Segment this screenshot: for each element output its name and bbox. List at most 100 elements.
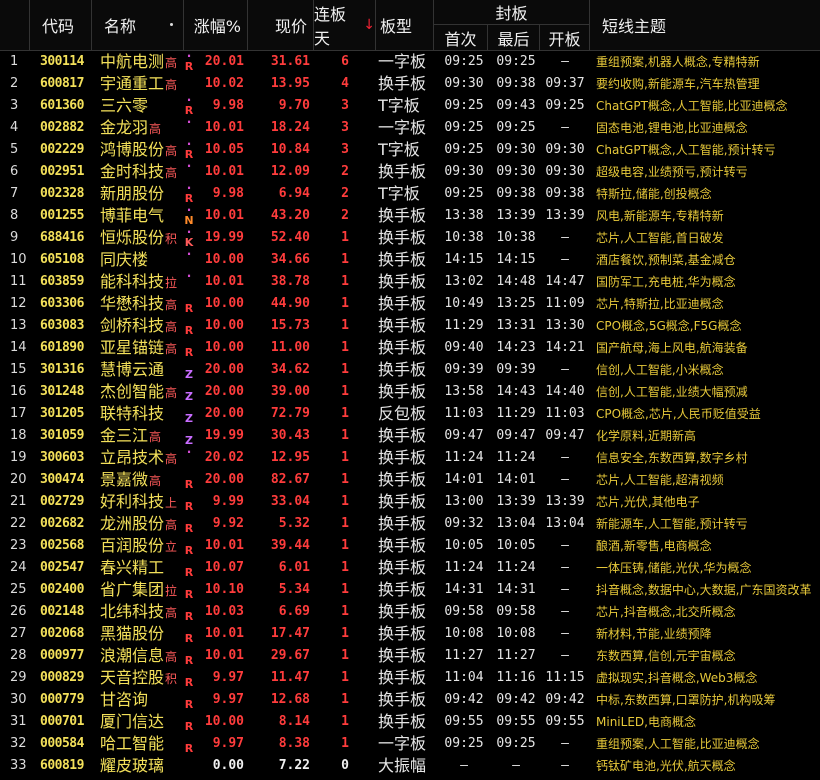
- stock-name[interactable]: 亚星锚链高: [100, 337, 186, 359]
- header-price[interactable]: 现价: [248, 0, 314, 50]
- stock-code[interactable]: 002729: [40, 491, 96, 513]
- table-row[interactable]: 24 002547 春兴精工 R 10.07 6.01 1 换手板 11:24 11:24 — 一体压…: [0, 557, 820, 579]
- stock-name[interactable]: 省广集团拉: [100, 579, 186, 601]
- stock-code[interactable]: 002568: [40, 535, 96, 557]
- stock-code[interactable]: 002951: [40, 161, 96, 183]
- table-row[interactable]: 10 605108 同庆楼 · 10.00 34.66 1 换手板 14:15 14:15 — 酒店餐…: [0, 249, 820, 271]
- stock-code[interactable]: 603083: [40, 315, 96, 337]
- table-row[interactable]: 33 600819 耀皮玻璃 0.00 7.22 0 大振幅 — — — 钙钛矿电池,光伏,航天概念: [0, 755, 820, 777]
- table-row[interactable]: 1 300114 中航电测高 · R 20.01 31.61 6 一字板 09:25 09:25— 重…: [0, 51, 820, 73]
- table-row[interactable]: 4 002882 金龙羽高 · 10.01 18.24 3 一字板 09:25 09:25— 固态电…: [0, 117, 820, 139]
- stock-name[interactable]: 厦门信达: [100, 711, 186, 733]
- stock-name[interactable]: 宇通重工高: [100, 73, 186, 95]
- table-row[interactable]: 27 002068 黑猫股份 R 10.01 17.47 1 换手板 10:08 10:08 — 新材…: [0, 623, 820, 645]
- table-row[interactable]: 13 603083 剑桥科技高 R 10.00 15.73 1 换手板 11:29 13:31 13…: [0, 315, 820, 337]
- header-name[interactable]: 名称: [92, 0, 184, 50]
- stock-code[interactable]: 601890: [40, 337, 96, 359]
- stock-code[interactable]: 688416: [40, 227, 96, 249]
- stock-code[interactable]: 000779: [40, 689, 96, 711]
- stock-code[interactable]: 301248: [40, 381, 96, 403]
- stock-code[interactable]: 000584: [40, 733, 96, 755]
- stock-code[interactable]: 002229: [40, 139, 96, 161]
- table-row[interactable]: 18 301059 金三江高 Z 19.99 30.43 1 换手板 09:47 09:47 09:…: [0, 425, 820, 447]
- table-row[interactable]: 31 000701 厦门信达 R 10.00 8.14 1 换手板 09:55 09:55 09:5…: [0, 711, 820, 733]
- header-change[interactable]: 涨幅%: [184, 0, 248, 50]
- stock-name[interactable]: 百润股份立: [100, 535, 186, 557]
- stock-name[interactable]: 景嘉微高: [100, 469, 186, 491]
- stock-code[interactable]: 301316: [40, 359, 96, 381]
- table-row[interactable]: 19 300603 立昂技术高 · 20.02 12.95 1 换手板 11:24 11:24— 信…: [0, 447, 820, 469]
- stock-code[interactable]: 002547: [40, 557, 96, 579]
- header-last[interactable]: 最后: [488, 25, 540, 50]
- table-row[interactable]: 28 000977 浪潮信息高 R 10.01 29.67 1 换手板 11:27 11:27 — 东…: [0, 645, 820, 667]
- stock-code[interactable]: 002148: [40, 601, 96, 623]
- table-row[interactable]: 17 301205 联特科技 Z 20.00 72.79 1 反包板 11:03 11:29 11:…: [0, 403, 820, 425]
- table-row[interactable]: 25 002400 省广集团拉 R 10.10 5.34 1 换手板 14:31 14:31 — 抖音…: [0, 579, 820, 601]
- stock-code[interactable]: 002400: [40, 579, 96, 601]
- stock-name[interactable]: 浪潮信息高: [100, 645, 186, 667]
- stock-code[interactable]: 301059: [40, 425, 96, 447]
- stock-name[interactable]: 联特科技: [100, 403, 186, 425]
- table-row[interactable]: 11 603859 能科科技拉 · 10.01 38.78 1 换手板 13:02 14:48 14…: [0, 271, 820, 293]
- stock-code[interactable]: 301205: [40, 403, 96, 425]
- table-row[interactable]: 32 000584 哈工智能 R 9.97 8.38 1 一字板 09:25 09:25 — 重组预案…: [0, 733, 820, 755]
- table-row[interactable]: 30 000779 甘咨询 R 9.97 12.68 1 换手板 09:42 09:42 09:42…: [0, 689, 820, 711]
- stock-code[interactable]: 300474: [40, 469, 96, 491]
- stock-name[interactable]: 华懋科技高: [100, 293, 186, 315]
- stock-code[interactable]: 000701: [40, 711, 96, 733]
- stock-name[interactable]: 好利科技上: [100, 491, 186, 513]
- header-open[interactable]: 开板: [540, 25, 590, 50]
- stock-name[interactable]: 立昂技术高: [100, 447, 186, 469]
- stock-name[interactable]: 杰创智能高: [100, 381, 186, 403]
- stock-name[interactable]: 耀皮玻璃: [100, 755, 186, 777]
- table-row[interactable]: 29 000829 天音控股积 R 9.97 11.47 1 换手板 11:04 11:16 11:…: [0, 667, 820, 689]
- table-row[interactable]: 16 301248 杰创智能高 Z 20.00 39.00 1 换手板 13:58 14:43 14…: [0, 381, 820, 403]
- table-row[interactable]: 2 600817 宇通重工高 10.02 13.95 4 换手板 09:30 09:38 09:3…: [0, 73, 820, 95]
- stock-code[interactable]: 002882: [40, 117, 96, 139]
- table-row[interactable]: 14 601890 亚星锚链高 R 10.00 11.00 1 换手板 09:40 14:23 14…: [0, 337, 820, 359]
- stock-name[interactable]: 黑猫股份: [100, 623, 186, 645]
- stock-name[interactable]: 鸿博股份高: [100, 139, 186, 161]
- column-menu-dot-icon[interactable]: [170, 23, 173, 26]
- stock-code[interactable]: 002328: [40, 183, 96, 205]
- stock-code[interactable]: 600819: [40, 755, 96, 777]
- header-theme[interactable]: 短线主题: [590, 0, 820, 50]
- table-row[interactable]: 12 603306 华懋科技高 R 10.00 44.90 1 换手板 10:49 13:25 11…: [0, 293, 820, 315]
- stock-code[interactable]: 000829: [40, 667, 96, 689]
- table-row[interactable]: 15 301316 慧博云通 Z 20.00 34.62 1 换手板 09:39 09:39 — 信创…: [0, 359, 820, 381]
- stock-name[interactable]: 剑桥科技高: [100, 315, 186, 337]
- stock-name[interactable]: 能科科技拉: [100, 271, 186, 293]
- stock-code[interactable]: 605108: [40, 249, 96, 271]
- stock-name[interactable]: 北纬科技高: [100, 601, 186, 623]
- stock-code[interactable]: 300114: [40, 51, 96, 73]
- stock-code[interactable]: 002682: [40, 513, 96, 535]
- stock-code[interactable]: 000977: [40, 645, 96, 667]
- stock-code[interactable]: 600817: [40, 73, 96, 95]
- table-row[interactable]: 3 601360 三六零 · R 9.98 9.70 3 T字板 09:25 09:43 09:25 C…: [0, 95, 820, 117]
- table-row[interactable]: 5 002229 鸿博股份高 · R 10.05 10.84 3 T字板 09:25 09:30 09…: [0, 139, 820, 161]
- stock-code[interactable]: 603859: [40, 271, 96, 293]
- header-board-type[interactable]: 板型: [376, 0, 434, 50]
- stock-name[interactable]: 金时科技高: [100, 161, 186, 183]
- table-row[interactable]: 7 002328 新朋股份 · R 9.98 6.94 2 T字板 09:25 09:38 09:38…: [0, 183, 820, 205]
- stock-name[interactable]: 中航电测高: [100, 51, 186, 73]
- table-row[interactable]: 6 002951 金时科技高 · 10.01 12.09 2 换手板 09:30 09:30 09:…: [0, 161, 820, 183]
- table-row[interactable]: 8 001255 博菲电气 · N 10.01 43.20 2 换手板 13:38 13:39 13:…: [0, 205, 820, 227]
- stock-name[interactable]: 龙洲股份高: [100, 513, 186, 535]
- stock-name[interactable]: 慧博云通: [100, 359, 186, 381]
- stock-code[interactable]: 001255: [40, 205, 96, 227]
- table-row[interactable]: 22 002682 龙洲股份高 R 9.92 5.32 1 换手板 09:32 13:04 13:0…: [0, 513, 820, 535]
- stock-name[interactable]: 三六零: [100, 95, 186, 117]
- table-row[interactable]: 9 688416 恒烁股份积 · K 19.99 52.40 1 换手板 10:38 10:38— 芯…: [0, 227, 820, 249]
- stock-code[interactable]: 601360: [40, 95, 96, 117]
- stock-name[interactable]: 哈工智能: [100, 733, 186, 755]
- table-row[interactable]: 23 002568 百润股份立 R 10.01 39.44 1 换手板 10:05 10:05 — 酿…: [0, 535, 820, 557]
- stock-name[interactable]: 甘咨询: [100, 689, 186, 711]
- stock-code[interactable]: 300603: [40, 447, 96, 469]
- header-code[interactable]: 代码: [30, 0, 92, 50]
- table-row[interactable]: 21 002729 好利科技上 R 9.99 33.04 1 换手板 13:00 13:39 13:…: [0, 491, 820, 513]
- stock-name[interactable]: 春兴精工: [100, 557, 186, 579]
- header-first[interactable]: 首次: [434, 25, 488, 50]
- header-streak[interactable]: 连板天 ↓: [314, 0, 376, 50]
- table-row[interactable]: 26 002148 北纬科技高 R 10.03 6.69 1 换手板 09:58 09:58 — 芯片…: [0, 601, 820, 623]
